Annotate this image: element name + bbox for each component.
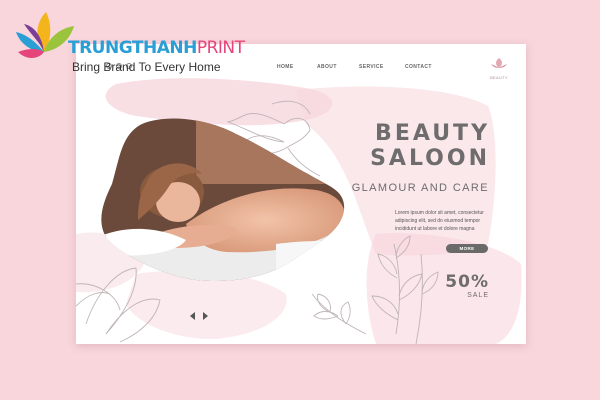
landing-page-card: HOME ABOUT SERVICE CONTACT ◎ f t BEAUTY …: [76, 44, 526, 344]
nav-contact[interactable]: CONTACT: [405, 64, 432, 70]
lotus-icon: [491, 58, 507, 68]
hero-subtitle: GLAMOUR AND CARE: [351, 182, 489, 194]
nav-service[interactable]: SERVICE: [359, 64, 384, 70]
hero-photo: [101, 118, 345, 282]
brand-part-2: PRINT: [196, 38, 245, 58]
sale-percent: 50%: [445, 272, 489, 292]
nav-home[interactable]: HOME: [277, 64, 294, 70]
title-line-1: BEAUTY: [375, 121, 490, 146]
arrow-left-icon[interactable]: [189, 311, 197, 321]
brand-logo[interactable]: BEAUTY: [484, 56, 514, 80]
slider-arrows: [189, 311, 209, 321]
hero-title: BEAUTY SALOON: [370, 121, 490, 171]
sale-label: SALE: [467, 292, 489, 299]
hero-body-text: Lorem ipsum dolor sit amet, consectetur …: [395, 210, 484, 232]
more-button[interactable]: MORE: [446, 244, 488, 253]
watermark-tagline: Bring Brand To Every Home: [72, 60, 221, 74]
title-line-2: SALOON: [370, 146, 490, 171]
brand-logo-text: BEAUTY: [490, 75, 508, 80]
brand-part-1: TRUNGTHANH: [68, 38, 197, 58]
arrow-right-icon[interactable]: [201, 311, 209, 321]
watermark-brand: TRUNGTHANHPRINT: [68, 38, 245, 58]
nav-about[interactable]: ABOUT: [317, 64, 337, 70]
